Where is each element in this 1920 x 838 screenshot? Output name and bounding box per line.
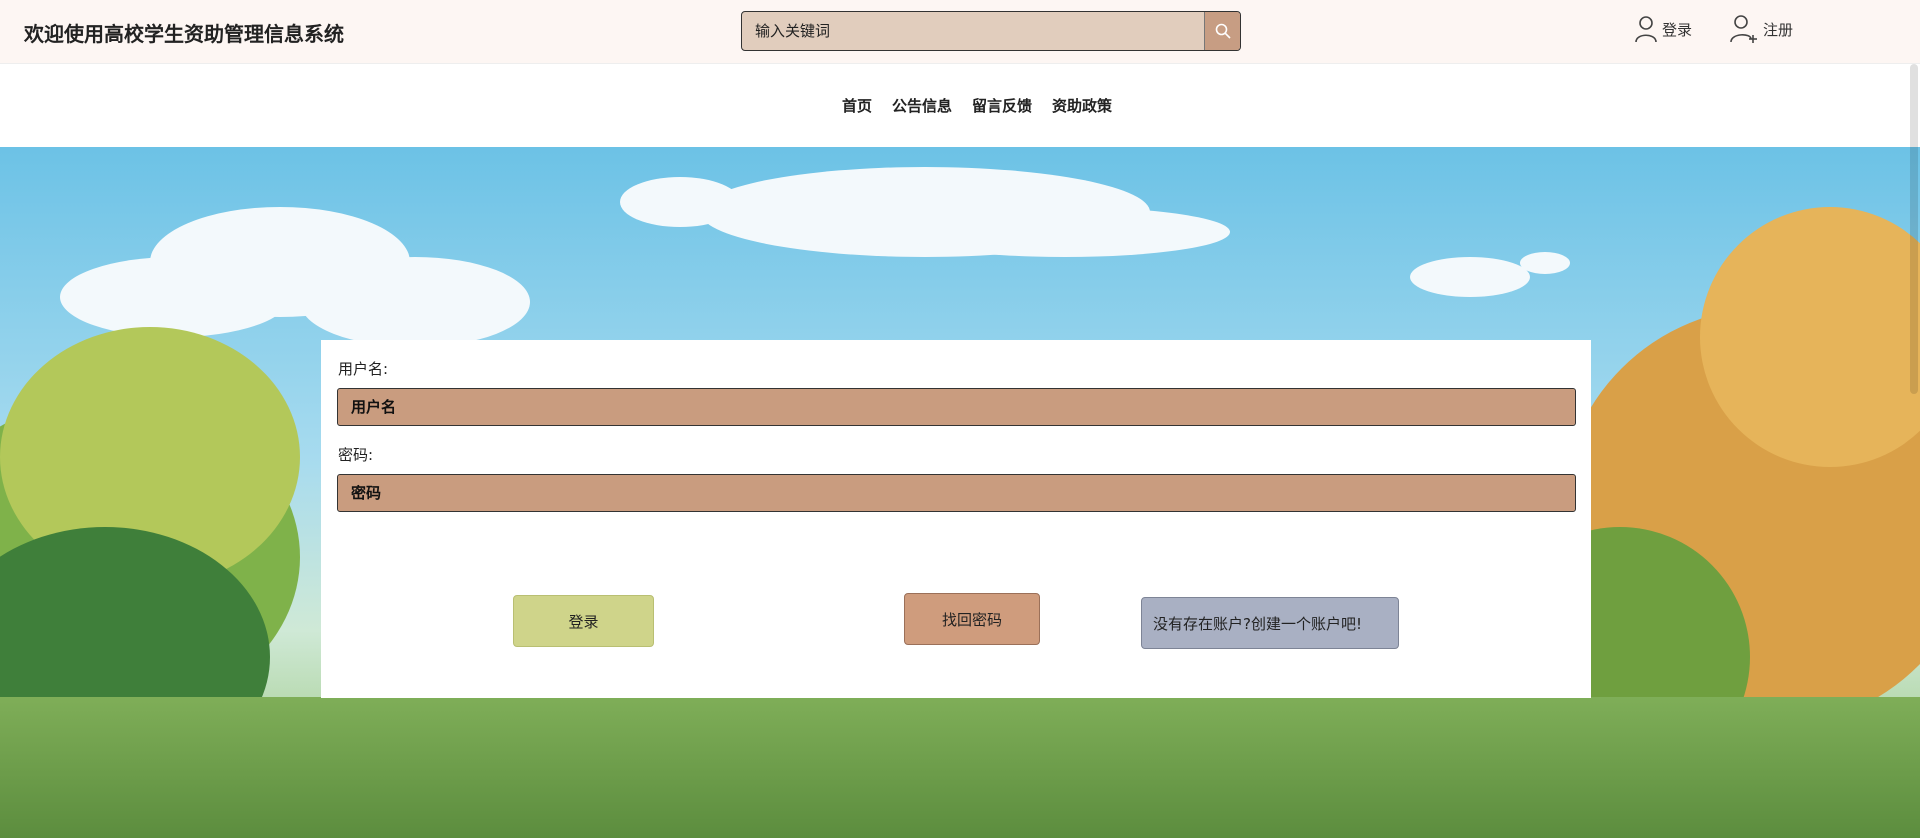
main-nav: 首页 公告信息 留言反馈 资助政策 [0, 65, 1920, 147]
nav-item-announcements[interactable]: 公告信息 [892, 95, 952, 116]
header-login-label: 登录 [1662, 20, 1693, 39]
header-login-link[interactable]: 登录 [1634, 14, 1692, 44]
user-icon [1635, 16, 1657, 43]
site-title: 欢迎使用高校学生资助管理信息系统 [24, 22, 344, 46]
nav-item-policy[interactable]: 资助政策 [1052, 95, 1112, 116]
password-label: 密码: [338, 446, 374, 464]
nav-item-feedback[interactable]: 留言反馈 [972, 95, 1032, 116]
create-account-button[interactable]: 没有存在账户?创建一个账户吧! [1141, 597, 1399, 649]
username-label: 用户名: [338, 360, 389, 378]
login-button[interactable]: 登录 [513, 595, 654, 647]
scrollbar-thumb[interactable] [1910, 64, 1918, 394]
header-register-label: 注册 [1763, 20, 1794, 39]
forgot-password-button[interactable]: 找回密码 [904, 593, 1040, 645]
top-header: 欢迎使用高校学生资助管理信息系统 登录 注册 [0, 0, 1920, 64]
username-input[interactable] [337, 388, 1576, 426]
user-add-icon [1730, 15, 1757, 43]
search-input[interactable] [742, 12, 1206, 50]
header-register-link[interactable]: 注册 [1729, 14, 1793, 44]
search-button[interactable] [1204, 12, 1240, 50]
page-scrollbar[interactable] [1908, 0, 1920, 838]
search-box [741, 11, 1241, 51]
login-panel: 用户名: 密码: 登录 找回密码 没有存在账户?创建一个账户吧! [321, 340, 1591, 698]
nav-list: 首页 公告信息 留言反馈 资助政策 [0, 95, 1920, 116]
password-input[interactable] [337, 474, 1576, 512]
nav-item-home[interactable]: 首页 [842, 95, 872, 116]
search-icon [1215, 23, 1231, 39]
